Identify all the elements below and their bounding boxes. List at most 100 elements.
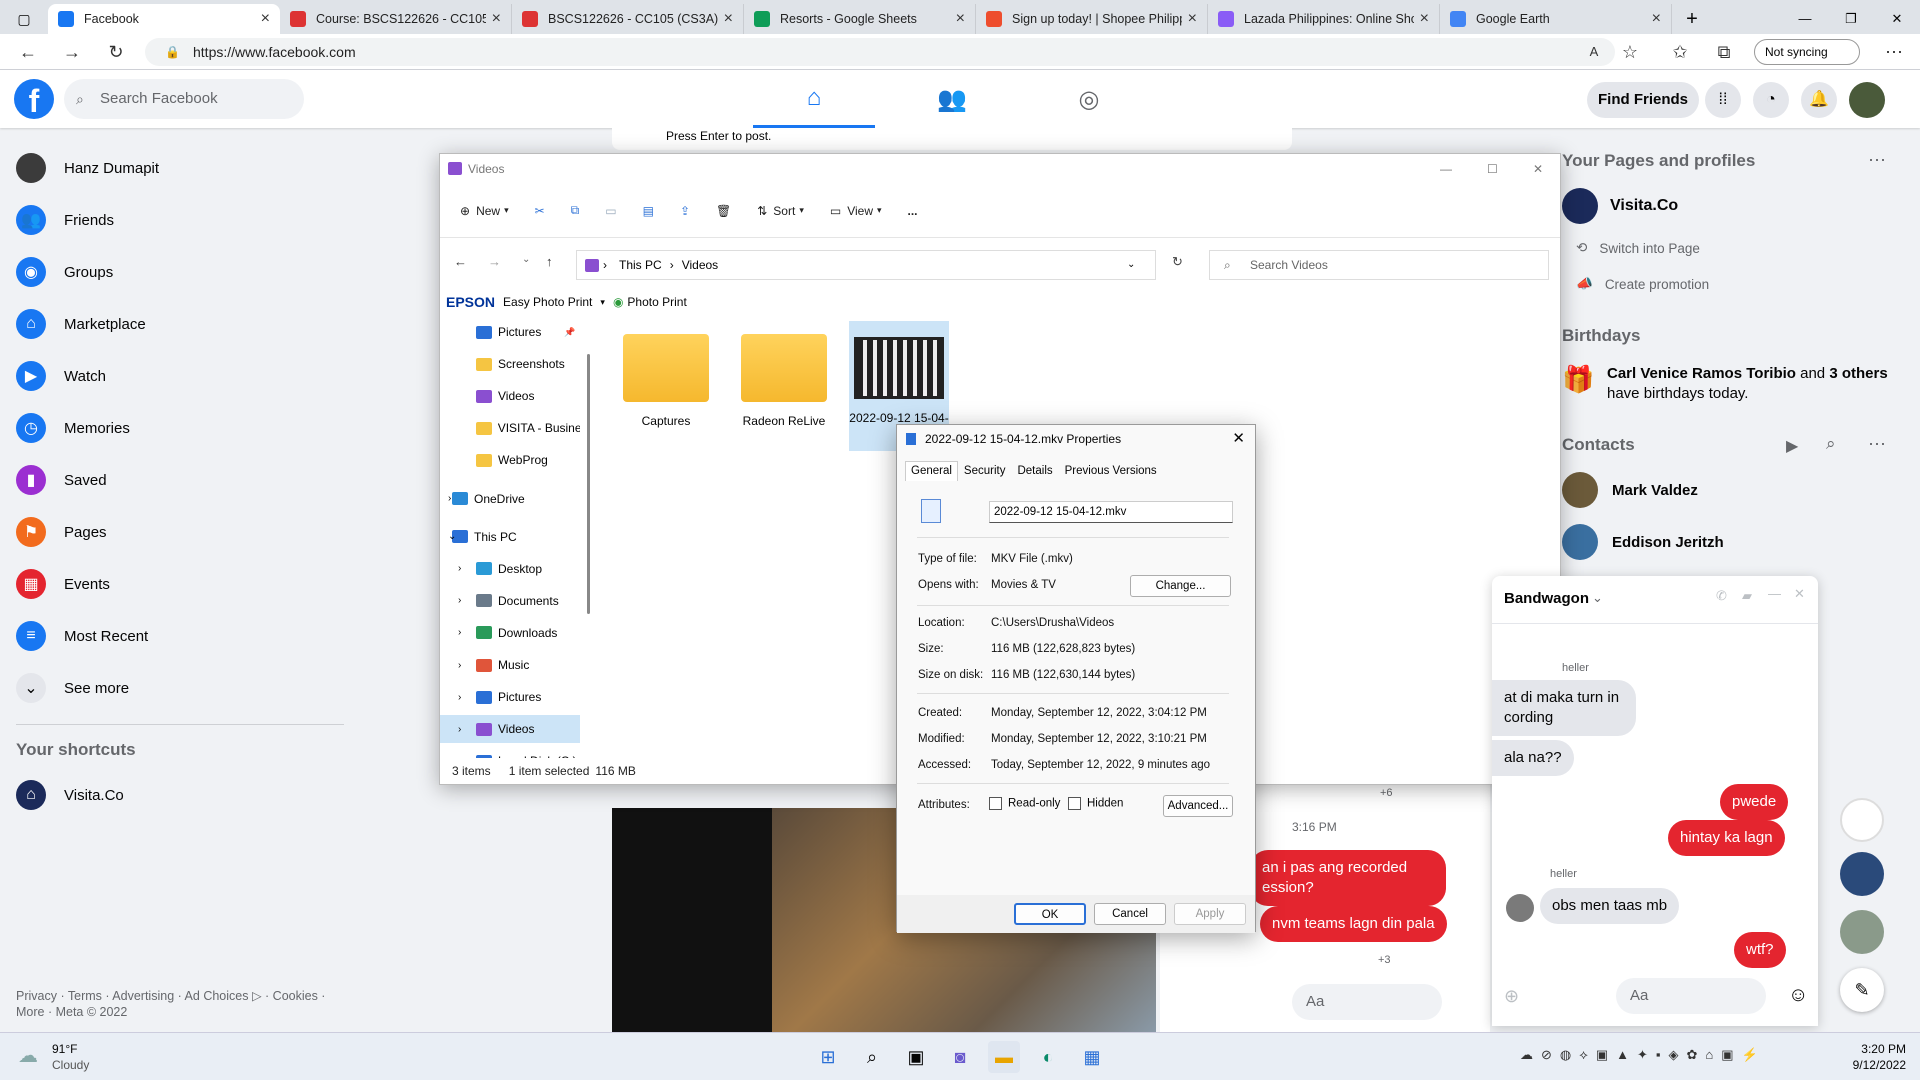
close-chat-icon[interactable]: ✕ [1794, 586, 1805, 602]
new-message-button[interactable]: ✎ [1840, 968, 1884, 1012]
browser-tab[interactable]: Resorts - Google Sheets × [744, 4, 976, 34]
notifications-icon[interactable]: 🔔 [1801, 82, 1837, 118]
share-icon[interactable]: ⇪ [680, 204, 690, 218]
video-icon[interactable]: ▰ [1742, 588, 1752, 604]
minimize-button[interactable]: — [1440, 154, 1452, 184]
nav-tree-item[interactable]: › Downloads [440, 619, 580, 647]
contacts-more-icon[interactable]: ⋯ [1868, 434, 1886, 455]
sidebar-item-memories[interactable]: ◷ Memories [16, 408, 130, 448]
browser-tab[interactable]: Course: BSCS122626 - CC105 : A × [280, 4, 512, 34]
messenger-icon[interactable]: ◔ [1753, 82, 1789, 118]
task-view-icon[interactable]: ▣ [900, 1041, 932, 1073]
collapse-icon[interactable]: ⌄ [448, 531, 456, 542]
chat2-input[interactable]: Aa [1292, 984, 1442, 1020]
minimize-chat-icon[interactable]: — [1768, 586, 1781, 601]
favorite-star-icon[interactable]: ☆ [1616, 40, 1644, 64]
tab-previous-versions[interactable]: Previous Versions [1059, 461, 1163, 481]
path-videos[interactable]: Videos [682, 258, 718, 272]
edge-icon[interactable]: ◐ [1032, 1041, 1064, 1073]
view-button[interactable]: ▭ View ▾ [830, 204, 882, 218]
sidebar-item-events[interactable]: ▦ Events [16, 564, 110, 604]
nav-tree-item[interactable]: Pictures 📌 [440, 318, 580, 346]
nav-tree-item[interactable]: › Music [440, 651, 580, 679]
ok-button[interactable]: OK [1014, 903, 1086, 925]
favorites-icon[interactable]: ✩ [1666, 40, 1694, 64]
search-input[interactable]: ⌕ Search Facebook [64, 79, 304, 119]
shortcut-visita[interactable]: ⌂ Visita.Co [16, 775, 124, 815]
expand-icon[interactable]: › [448, 493, 451, 504]
browser-tab[interactable]: Lazada Philippines: Online Shop × [1208, 4, 1440, 34]
explorer-refresh-icon[interactable]: ↻ [1172, 254, 1183, 270]
tab-close-icon[interactable]: × [724, 10, 733, 28]
tab-close-icon[interactable]: × [956, 10, 965, 28]
chat-head-2[interactable] [1840, 852, 1884, 896]
folder-captures[interactable]: Captures [616, 334, 716, 428]
chevron-down-icon[interactable]: ⌄ [1592, 590, 1603, 606]
sidebar-item-pages[interactable]: ⚑ Pages [16, 512, 107, 552]
tab-details[interactable]: Details [1011, 461, 1058, 481]
page-visita[interactable]: Visita.Co [1562, 188, 1678, 224]
switch-into-page[interactable]: ⟲ Switch into Page [1576, 240, 1700, 256]
tab-close-icon[interactable]: × [1188, 10, 1197, 28]
birthday-name[interactable]: Carl Venice Ramos Toribio [1607, 365, 1796, 382]
read-aloud-icon[interactable]: A [1580, 40, 1608, 64]
emoji-icon[interactable]: ☺ [1788, 984, 1808, 1007]
footer-line-2[interactable]: More · Meta © 2022 [16, 1004, 325, 1020]
folder-radeon-relive[interactable]: Radeon ReLive [734, 334, 834, 428]
advanced-button[interactable]: Advanced... [1163, 795, 1233, 817]
explorer-address-bar[interactable]: › This PC › Videos ⌄ [576, 250, 1156, 280]
create-promotion[interactable]: 📣 Create promotion [1576, 276, 1709, 292]
restore-window-button[interactable]: ❐ [1828, 4, 1874, 34]
nav-tree-item[interactable]: VISITA - Busine [440, 414, 580, 442]
chat-title[interactable]: Bandwagon [1504, 590, 1589, 607]
sidebar-item-saved[interactable]: ▮ Saved [16, 460, 107, 500]
contact-mark-valdez[interactable]: Mark Valdez [1562, 472, 1698, 508]
browser-tab[interactable]: Facebook × [48, 4, 280, 34]
chat-input[interactable]: Aa [1616, 978, 1766, 1014]
nav-up-icon[interactable]: ↑ [546, 254, 553, 269]
filename-field[interactable]: 2022-09-12 15-04-12.mkv [989, 501, 1233, 523]
tab-close-icon[interactable]: × [261, 10, 270, 28]
weather-widget[interactable]: 91°F Cloudy [52, 1041, 89, 1073]
sidebar-item-watch[interactable]: ▶ Watch [16, 356, 106, 396]
nav-tree-item[interactable]: › Documents [440, 587, 580, 615]
system-tray[interactable]: ☁⊘◍⟡▣▲✦▪◈✿⌂▣⚡ [1520, 1047, 1766, 1063]
new-button[interactable]: ⊕ New ▾ [460, 204, 509, 218]
tab-general[interactable]: General [905, 461, 958, 481]
minimize-window-button[interactable]: — [1782, 4, 1828, 34]
clock[interactable]: 3:20 PM 9/12/2022 [1850, 1041, 1906, 1073]
chat-header[interactable]: Bandwagon ⌄ ✆ ▰ — ✕ [1492, 576, 1818, 624]
close-button[interactable]: ✕ [1533, 154, 1543, 184]
nav-forward-icon[interactable]: → [488, 254, 501, 269]
browser-tab[interactable]: Google Earth × [1440, 4, 1672, 34]
birthday-text[interactable]: Carl Venice Ramos Toribio and 3 others h… [1607, 364, 1907, 404]
close-window-button[interactable]: ✕ [1874, 4, 1920, 34]
tab-security[interactable]: Security [958, 461, 1012, 481]
expand-icon[interactable]: › [458, 724, 461, 735]
file-explorer-icon[interactable]: ▬ [988, 1041, 1020, 1073]
nav-recent-icon[interactable]: ⌄ [522, 254, 530, 265]
account-avatar[interactable] [1849, 82, 1885, 118]
nav-tree-item[interactable]: ⌄ This PC [440, 523, 580, 551]
birthday-others[interactable]: 3 others [1829, 365, 1887, 382]
expand-icon[interactable]: › [458, 563, 461, 574]
nav-tree-item[interactable]: Videos [440, 382, 580, 410]
nav-tree-item[interactable]: › Local Disk (C:) [440, 747, 580, 758]
cancel-button[interactable]: Cancel [1094, 903, 1166, 925]
sidebar-item-marketplace[interactable]: ⌂ Marketplace [16, 304, 146, 344]
expand-icon[interactable]: › [458, 627, 461, 638]
menu-grid-icon[interactable]: ⁞⁞ [1705, 82, 1741, 118]
nav-tree-item[interactable]: Screenshots [440, 350, 580, 378]
tab-close-icon[interactable]: × [1652, 10, 1661, 28]
chevron-down-icon[interactable]: ▾ [600, 297, 605, 308]
hidden-checkbox[interactable]: Hidden [1068, 797, 1123, 810]
nav-tree-item[interactable]: › Videos [440, 715, 580, 744]
new-tab-button[interactable]: + [1672, 4, 1712, 34]
chat-head-3[interactable] [1840, 910, 1884, 954]
readonly-checkbox[interactable]: Read-only [989, 797, 1060, 810]
more-options-button[interactable]: ... [908, 204, 918, 218]
add-icon[interactable]: ⊕ [1504, 986, 1519, 1007]
browser-tab[interactable]: BSCS122626 - CC105 (CS3A): Lis × [512, 4, 744, 34]
rename-icon[interactable]: ▤ [643, 204, 654, 218]
sidebar-item-groups[interactable]: ◉ Groups [16, 252, 113, 292]
